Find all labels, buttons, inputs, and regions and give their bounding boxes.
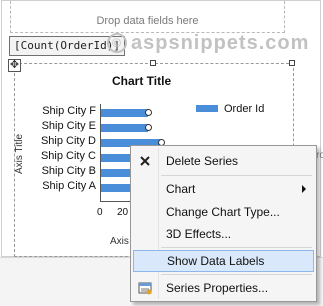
menu-separator <box>161 175 312 176</box>
x-axis-title[interactable]: Axis <box>110 236 129 247</box>
properties-icon <box>137 280 153 296</box>
series-bar[interactable] <box>101 109 148 117</box>
watermark: © aspsnippets.com <box>107 32 309 55</box>
menu-item-change-chart-type[interactable]: Change Chart Type... <box>133 201 314 223</box>
legend-swatch <box>196 105 218 112</box>
series-marker[interactable] <box>145 124 152 131</box>
report-designer-canvas: Drop data fields here [Count(OrderId)] ©… <box>0 0 323 306</box>
series-bar[interactable] <box>101 124 148 132</box>
menu-item-label: Show Data Labels <box>167 254 265 268</box>
watermark-text: aspsnippets.com <box>131 32 310 54</box>
menu-item-label: Chart <box>166 182 196 196</box>
submenu-arrow-icon <box>302 185 306 193</box>
category-label: Ship City C <box>40 150 96 162</box>
menu-item-label: Change Chart Type... <box>166 205 280 219</box>
menu-item-3d-effects[interactable]: 3D Effects... <box>133 223 314 245</box>
menu-item-label: Series Properties... <box>166 281 269 295</box>
move-icon[interactable]: ✥ <box>8 59 21 72</box>
legend-label[interactable]: Order Id <box>224 103 264 115</box>
menu-item-label: Delete Series <box>166 154 239 168</box>
menu-item-delete-series[interactable]: Delete Series <box>133 150 314 172</box>
category-label: Ship City A <box>42 180 96 192</box>
category-label: Ship City F <box>42 105 96 117</box>
menu-item-label: 3D Effects... <box>166 227 232 241</box>
series-marker[interactable] <box>145 109 152 116</box>
menu-item-chart[interactable]: Chart <box>133 178 314 200</box>
chart-title[interactable]: Chart Title <box>112 74 171 88</box>
drop-zone-text: Drop data fields here <box>96 15 199 27</box>
menu-separator <box>161 247 312 248</box>
clipped-text: ro <box>316 150 323 161</box>
copyright-symbol: © <box>107 33 127 53</box>
category-label: Ship City D <box>40 135 96 147</box>
category-label: Ship City E <box>41 120 96 132</box>
category-label: Ship City B <box>41 165 96 177</box>
x-tick-label: 0 <box>97 207 103 218</box>
y-axis-line <box>100 104 101 202</box>
drop-data-fields-zone[interactable]: Drop data fields here <box>10 1 285 33</box>
menu-item-series-properties[interactable]: Series Properties... <box>133 277 314 299</box>
menu-separator <box>161 274 312 275</box>
x-tick-label: 20 <box>117 207 129 218</box>
resize-handle-top-right[interactable] <box>289 60 295 66</box>
close-icon <box>137 153 153 169</box>
menu-item-show-data-labels[interactable]: Show Data Labels <box>133 250 314 272</box>
y-axis-title[interactable]: Axis Title <box>14 134 25 174</box>
resize-handle-top-center[interactable] <box>150 60 156 66</box>
context-menu: Delete Series Chart Change Chart Type...… <box>130 145 317 302</box>
